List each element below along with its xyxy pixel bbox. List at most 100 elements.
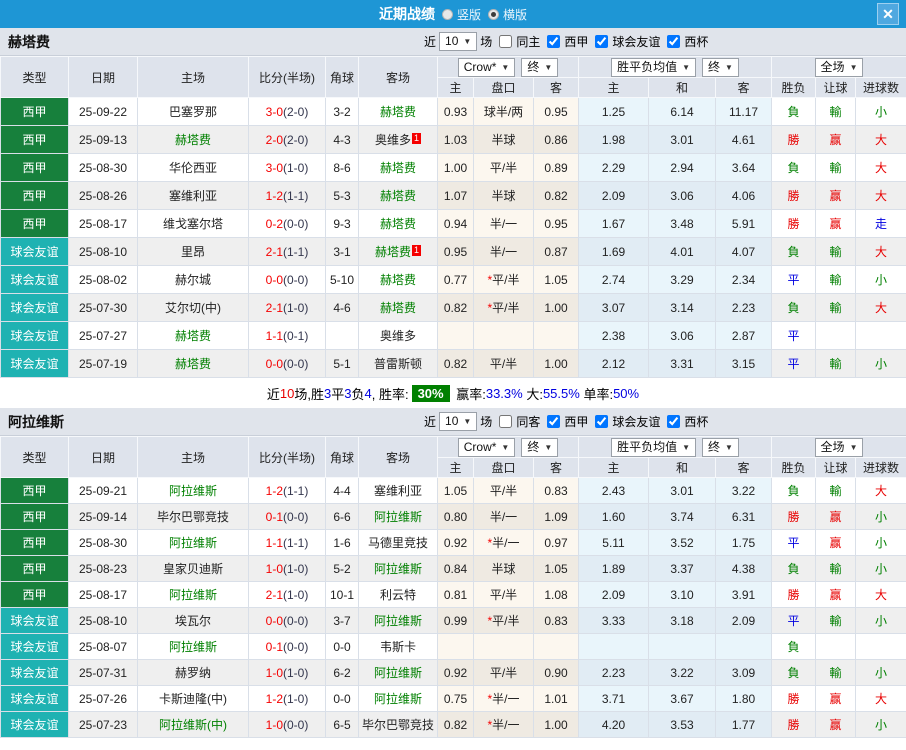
result-cell: 勝 bbox=[771, 685, 817, 712]
goals-result-cell: 小 bbox=[855, 503, 906, 530]
corners-cell: 0-0 bbox=[325, 685, 359, 712]
mean-draw-cell: 3.52 bbox=[648, 529, 716, 556]
competition-checkbox-1[interactable] bbox=[595, 35, 609, 48]
same-venue-checkbox[interactable] bbox=[499, 415, 513, 428]
mean-type-select[interactable]: 胜平负均值 ▼ bbox=[611, 57, 696, 77]
competition-checkbox-0[interactable] bbox=[547, 415, 561, 428]
dropdown-arrow-icon: ▼ bbox=[544, 62, 553, 72]
mean-draw-cell: 4.01 bbox=[648, 237, 716, 266]
handicap-cell: 半/一 bbox=[473, 209, 534, 238]
handicap-result-cell bbox=[815, 321, 857, 350]
home-team-cell: 赫塔费 bbox=[137, 349, 249, 378]
group-header: Crow* ▼ 终 ▼ bbox=[437, 436, 579, 458]
mean-type-select[interactable]: 胜平负均值 ▼ bbox=[611, 437, 696, 457]
home-odds-cell bbox=[437, 633, 474, 660]
away-team: 阿拉维斯 bbox=[373, 692, 422, 706]
mean-home-cell: 5.11 bbox=[578, 529, 649, 556]
bookmaker-select[interactable]: Crow* ▼ bbox=[457, 437, 516, 457]
handicap-result-cell: 赢 bbox=[815, 685, 857, 712]
same-venue-checkbox[interactable] bbox=[499, 35, 513, 48]
away-team: 毕尔巴鄂竞技 bbox=[361, 718, 434, 732]
result-verdict: 負 bbox=[787, 245, 800, 259]
home-team-cell: 赫罗纳 bbox=[137, 659, 249, 686]
home-team: 维戈塞尔塔 bbox=[162, 217, 223, 231]
match-count-select[interactable]: 10 ▼ bbox=[439, 412, 478, 431]
home-odds-cell: 0.82 bbox=[437, 293, 474, 322]
odds-final-select[interactable]: 终 ▼ bbox=[521, 57, 559, 77]
handicap-cell: 平/半 bbox=[473, 153, 534, 182]
radio-selected-icon[interactable] bbox=[488, 8, 499, 20]
corners-score: 5-3 bbox=[333, 188, 351, 203]
mean-away-cell: 2.87 bbox=[714, 321, 773, 350]
odds-final-select[interactable]: 终 ▼ bbox=[521, 437, 559, 457]
summary-bar: 近 10 场,胜 3 平 3 负 4, 胜率: 30% 赢率: 33.3% 大: 55.5% 单率:… bbox=[0, 378, 906, 408]
corners-score: 6-5 bbox=[333, 717, 351, 732]
goals-result-cell: 小 bbox=[855, 659, 906, 686]
scope-select[interactable]: 全场 ▼ bbox=[814, 437, 864, 457]
mean-away-cell: 1.77 bbox=[714, 711, 773, 738]
match-row: 西甲 25-09-14 毕尔巴鄂竞技 0-1(0-0) 6-6 阿拉维斯 0.80 半/一 1.… bbox=[0, 503, 906, 530]
mean-away-cell: 1.75 bbox=[714, 529, 773, 556]
corners-cell: 6-6 bbox=[325, 503, 359, 530]
goals-result-cell: 大 bbox=[855, 477, 906, 504]
match-date: 25-08-23 bbox=[78, 561, 128, 576]
scope-select[interactable]: 全场 ▼ bbox=[814, 57, 864, 77]
fulltime-score: 1-1 bbox=[265, 328, 283, 343]
handicap-verdict: 輸 bbox=[829, 614, 842, 628]
view-option-vertical[interactable]: 竖版 bbox=[441, 6, 481, 23]
match-date: 25-08-30 bbox=[78, 535, 128, 550]
away-odds: 0.95 bbox=[544, 216, 568, 231]
result-cell: 勝 bbox=[771, 181, 817, 210]
mean-home-cell: 2.09 bbox=[578, 181, 649, 210]
away-odds-cell: 1.05 bbox=[533, 555, 579, 582]
match-row: 球会友谊 25-07-19 赫塔费 0-0(0-0) 5-1 普雷斯顿 0.82 平/半 1.0… bbox=[0, 349, 906, 378]
dropdown-arrow-icon: ▼ bbox=[725, 442, 733, 452]
competition-type: 球会友谊 bbox=[10, 640, 59, 654]
home-odds-cell: 0.92 bbox=[437, 529, 474, 556]
competition-label: 西杯 bbox=[684, 35, 709, 49]
away-odds-cell: 1.05 bbox=[533, 265, 579, 294]
mean-home-cell: 1.89 bbox=[578, 555, 649, 582]
result-cell: 勝 bbox=[771, 209, 817, 238]
competition-checkbox-2[interactable] bbox=[667, 415, 681, 428]
corners-score: 4-3 bbox=[333, 132, 351, 147]
match-count-select[interactable]: 10 ▼ bbox=[439, 32, 478, 51]
handicap-result-cell: 輸 bbox=[815, 265, 857, 294]
fulltime-score: 0-0 bbox=[265, 272, 283, 287]
away-team: 赫塔费 bbox=[379, 273, 416, 287]
competition-type-cell: 西甲 bbox=[0, 209, 69, 238]
result-cell: 平 bbox=[771, 349, 817, 378]
handicap-line: 平/半 bbox=[489, 357, 518, 371]
column-header: 客场 bbox=[358, 436, 438, 478]
bookmaker-select[interactable]: Crow* ▼ bbox=[457, 57, 516, 77]
home-team-cell: 毕尔巴鄂竞技 bbox=[137, 503, 249, 530]
match-row: 球会友谊 25-08-02 赫尔城 0-0(0-0) 5-10 赫塔费 0.77 *平/半 1.… bbox=[0, 265, 906, 294]
corners-score: 8-6 bbox=[333, 160, 351, 175]
away-team-cell: 普雷斯顿 bbox=[358, 349, 438, 378]
away-odds-cell: 0.97 bbox=[533, 529, 579, 556]
mean-home-cell: 1.60 bbox=[578, 503, 649, 530]
competition-checkbox-2[interactable] bbox=[667, 35, 681, 48]
handicap-line: 半球 bbox=[491, 189, 516, 203]
score-cell: 0-1(0-0) bbox=[248, 503, 326, 530]
competition-checkbox-0[interactable] bbox=[547, 35, 561, 48]
match-date-cell: 25-08-30 bbox=[68, 153, 138, 182]
mean-home: 1.69 bbox=[601, 244, 626, 259]
goals-result-cell: 小 bbox=[855, 529, 906, 556]
home-team-cell: 阿拉维斯 bbox=[137, 529, 249, 556]
result-verdict: 勝 bbox=[787, 189, 800, 203]
mean-draw: 3.01 bbox=[670, 132, 694, 147]
match-row: 球会友谊 25-08-10 埃瓦尔 0-0(0-0) 3-7 阿拉维斯 0.99 *平/半 0.… bbox=[0, 607, 906, 634]
competition-type: 球会友谊 bbox=[10, 329, 59, 343]
handicap-cell: 平/半 bbox=[473, 659, 534, 686]
radio-unselected-icon[interactable] bbox=[441, 8, 453, 20]
mean-final-select[interactable]: 终 ▼ bbox=[702, 57, 739, 77]
summary-text: 10 bbox=[279, 385, 295, 401]
view-option-horizontal[interactable]: 横版 bbox=[488, 6, 527, 23]
close-button[interactable]: ✕ bbox=[877, 3, 899, 25]
mean-final-select[interactable]: 终 ▼ bbox=[702, 437, 739, 457]
mean-draw: 3.06 bbox=[670, 188, 694, 203]
competition-checkbox-1[interactable] bbox=[595, 415, 609, 428]
match-row: 球会友谊 25-07-26 卡斯迪隆(中) 1-2(1-0) 0-0 阿拉维斯 0.75 *半… bbox=[0, 685, 906, 712]
away-team-cell: 赫塔费 bbox=[358, 293, 438, 322]
